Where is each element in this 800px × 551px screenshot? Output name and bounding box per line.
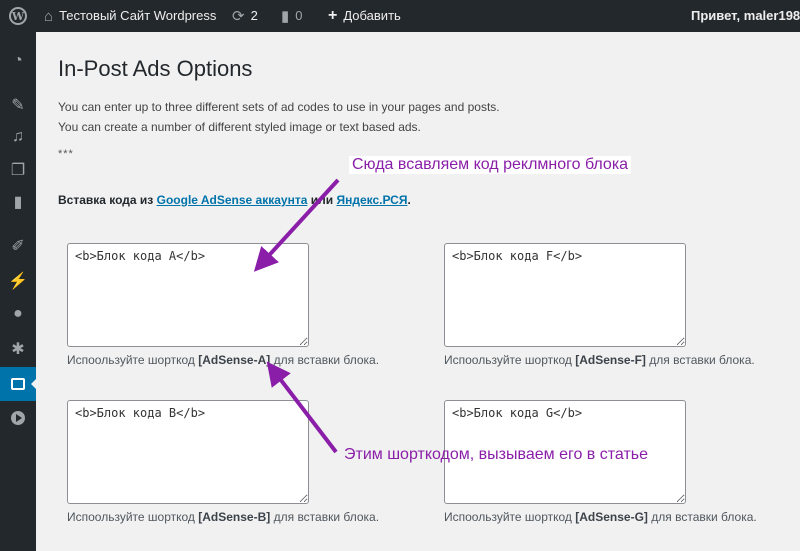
hint-text: Испоользуйте шорткод bbox=[444, 510, 572, 524]
pin-icon[interactable]: ✎ bbox=[0, 88, 36, 122]
updates-icon: ⟳ bbox=[232, 7, 245, 25]
site-name: Тестовый Сайт Wordpress bbox=[59, 8, 217, 23]
account-link[interactable]: Привет, maler1988 bbox=[691, 0, 800, 32]
hint-text: для вставки блока. bbox=[273, 353, 380, 367]
hint-text: для вставки блока. bbox=[651, 510, 757, 524]
separator-stars: *** bbox=[58, 148, 74, 160]
hint-block-f: Испоользуйте шорткод [AdSense-F] для вст… bbox=[444, 353, 755, 367]
period-text: . bbox=[407, 193, 411, 207]
new-content-link[interactable]: + Добавить bbox=[328, 0, 401, 32]
new-label: Добавить bbox=[343, 8, 401, 23]
annotation-top: Сюда всавляем код реклмного блока bbox=[349, 156, 632, 174]
site-name-link[interactable]: ⌂ Тестовый Сайт Wordpress bbox=[44, 0, 216, 32]
hint-text: для вставки блока. bbox=[649, 353, 755, 367]
main-content: In-Post Ads Options You can enter up to … bbox=[36, 32, 800, 551]
greeting: Привет, maler1988 bbox=[691, 8, 800, 23]
code-block-b-textarea[interactable] bbox=[67, 400, 309, 504]
appearance-icon[interactable]: ✐ bbox=[0, 229, 36, 263]
hint-block-b: Испоользуйте шорткод [AdSense-B] для вст… bbox=[67, 510, 379, 524]
plugins-icon[interactable]: ⚡ bbox=[0, 264, 36, 298]
play-icon[interactable] bbox=[0, 401, 36, 435]
insert-prefix: Вставка кода из bbox=[58, 193, 154, 207]
comments-icon[interactable]: ▮ bbox=[0, 185, 36, 219]
shortcode-g: [AdSense-G] bbox=[575, 510, 648, 524]
shortcode-a: [AdSense-A] bbox=[198, 353, 271, 367]
updates-count: 2 bbox=[250, 8, 258, 23]
settings-icon[interactable] bbox=[0, 367, 37, 401]
tools-icon[interactable]: ✱ bbox=[0, 332, 36, 366]
description-line-2: You can create a number of different sty… bbox=[58, 120, 421, 134]
shortcode-f: [AdSense-F] bbox=[575, 353, 646, 367]
adsense-link[interactable]: Google AdSense аккаунта bbox=[157, 193, 308, 207]
shortcode-b: [AdSense-B] bbox=[198, 510, 271, 524]
admin-sidebar: ◔ ✎ ♫ ❐ ▮ ✐ ⚡ ● ✱ bbox=[0, 32, 37, 551]
comments-link[interactable]: ▮ 0 bbox=[281, 0, 303, 32]
insert-code-note: Вставка кода из Google AdSense аккаунта … bbox=[58, 193, 411, 207]
annotation-bottom: Этим шорткодом, вызываем его в статье bbox=[344, 446, 648, 463]
yandex-link[interactable]: Яндекс.РСЯ bbox=[336, 193, 407, 207]
media-icon[interactable]: ♫ bbox=[0, 120, 36, 154]
plus-icon: + bbox=[328, 7, 338, 24]
dashboard-icon[interactable]: ◔ bbox=[0, 44, 36, 78]
hint-text: Испоользуйте шорткод bbox=[444, 353, 572, 367]
hint-text: для вставки блока. bbox=[273, 510, 380, 524]
description-line-1: You can enter up to three different sets… bbox=[58, 100, 500, 114]
home-icon: ⌂ bbox=[44, 7, 54, 25]
comments-count: 0 bbox=[295, 8, 303, 23]
hint-text: Испоользуйте шорткод bbox=[67, 353, 195, 367]
hint-block-g: Испоользуйте шорткод [AdSense-G] для вст… bbox=[444, 510, 757, 524]
code-block-f-textarea[interactable] bbox=[444, 243, 686, 347]
users-icon[interactable]: ● bbox=[0, 297, 36, 331]
pages-icon[interactable]: ❐ bbox=[0, 153, 36, 187]
page-title: In-Post Ads Options bbox=[58, 56, 253, 81]
or-text: или bbox=[310, 193, 334, 207]
code-block-a-textarea[interactable] bbox=[67, 243, 309, 347]
hint-block-a: Испоользуйте шорткод [AdSense-A] для вст… bbox=[67, 353, 379, 367]
comment-icon: ▮ bbox=[281, 7, 290, 25]
wordpress-logo-icon[interactable]: W bbox=[6, 0, 30, 32]
updates-link[interactable]: ⟳ 2 bbox=[232, 0, 258, 32]
hint-text: Испоользуйте шорткод bbox=[67, 510, 195, 524]
admin-bar: W ⌂ Тестовый Сайт Wordpress ⟳ 2 ▮ 0 + До… bbox=[0, 0, 800, 32]
